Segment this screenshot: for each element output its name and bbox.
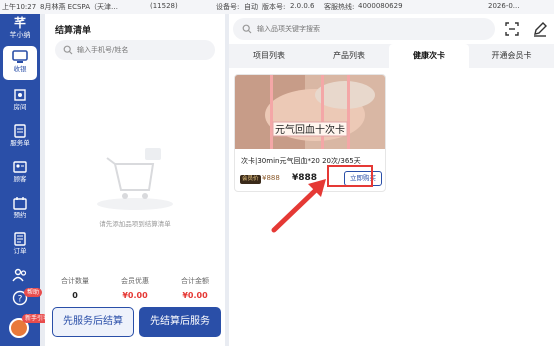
tab-projects[interactable]: 项目列表 bbox=[229, 44, 309, 68]
member-discount-value: ¥0.00 bbox=[122, 291, 148, 300]
service-order-icon bbox=[14, 124, 26, 138]
app-root: 上午10:27 8月林燕 ECSPA（天津… (11528) 设备号: 自动 版… bbox=[0, 0, 554, 346]
help-tag: 帮助 bbox=[24, 288, 43, 297]
customer-icon bbox=[13, 161, 27, 173]
status-device-label: 设备号: bbox=[216, 3, 240, 11]
settlement-panel: 结算清单 请先添加品项到结算清单 合计数量 0 会员优惠 ¥0.00 合计金 bbox=[45, 14, 225, 346]
status-time: 上午10:27 bbox=[2, 3, 37, 11]
status-version-value: 2.0.0.6 bbox=[290, 2, 315, 10]
item-search-box[interactable] bbox=[233, 18, 495, 40]
customer-search-box[interactable] bbox=[55, 40, 215, 60]
tab-products[interactable]: 产品列表 bbox=[309, 44, 389, 68]
search-icon bbox=[242, 24, 252, 34]
empty-cart-illustration bbox=[97, 148, 173, 210]
status-phone-label: 客服热线: bbox=[324, 3, 355, 11]
status-shop: 8月林燕 ECSPA（天津… bbox=[40, 3, 118, 11]
status-version-label: 版本号: bbox=[262, 3, 286, 11]
service-first-button[interactable]: 先服务后结算 bbox=[52, 307, 134, 337]
order-icon bbox=[14, 232, 26, 246]
sidebar-item-cashier[interactable]: 收银 bbox=[3, 46, 37, 80]
customer-search-input[interactable] bbox=[77, 43, 207, 57]
tab-health-card[interactable]: 健康次卡 bbox=[389, 44, 469, 68]
status-phone-value: 4000080629 bbox=[358, 2, 403, 10]
product-image: 元气回血十次卡 bbox=[235, 75, 385, 149]
item-search-input[interactable] bbox=[257, 22, 477, 36]
tab-membership[interactable]: 开通会员卡 bbox=[469, 44, 554, 68]
settlement-title: 结算清单 bbox=[55, 26, 92, 36]
total-amount: 合计金额 ¥0.00 bbox=[165, 276, 225, 300]
sidebar-item-service-order[interactable]: 服务单 bbox=[3, 120, 37, 154]
total-quantity: 合计数量 0 bbox=[45, 276, 105, 300]
member-discount-label: 会员优惠 bbox=[121, 277, 149, 285]
status-shop-id: (11528) bbox=[150, 2, 178, 10]
sidebar-item-label: 收银 bbox=[13, 65, 27, 73]
sidebar-item-customer[interactable]: 顾客 bbox=[3, 156, 37, 190]
edit-icon[interactable] bbox=[529, 18, 551, 40]
monitor-icon bbox=[12, 50, 28, 63]
status-bar: 上午10:27 8月林燕 ECSPA（天津… (11528) 设备号: 自动 版… bbox=[0, 0, 554, 14]
total-amount-label: 合计金额 bbox=[181, 277, 209, 285]
empty-cart-text: 请先添加品项到结算清单 bbox=[99, 220, 171, 228]
room-icon bbox=[14, 89, 26, 101]
sidebar-item-people[interactable] bbox=[3, 264, 37, 286]
member-price-tag: 会员价 bbox=[240, 175, 261, 184]
brand-name: 芊小纳 bbox=[9, 31, 31, 39]
total-quantity-value: 0 bbox=[72, 291, 78, 300]
sidebar-item-room[interactable]: 房间 bbox=[3, 84, 37, 118]
buy-button-highlight bbox=[327, 165, 373, 187]
status-device-value: 自动 bbox=[244, 3, 258, 11]
sidebar: 芊 芊小纳 收银 房间 服务单 顾客 预约 订单 ? 帮助 新手引导 bbox=[0, 14, 53, 346]
people-icon bbox=[12, 268, 27, 282]
search-icon bbox=[63, 45, 73, 55]
sidebar-item-label: 服务单 bbox=[10, 139, 30, 147]
sidebar-item-label: 房间 bbox=[13, 103, 27, 111]
pointer-arrow-icon bbox=[271, 179, 326, 233]
sidebar-item-orders[interactable]: 订单 bbox=[3, 228, 37, 262]
sidebar-item-appointment[interactable]: 预约 bbox=[3, 192, 37, 226]
settle-first-button[interactable]: 先结算后服务 bbox=[139, 307, 221, 337]
scan-icon[interactable] bbox=[501, 18, 523, 40]
brand-logo: 芊 芊小纳 bbox=[3, 16, 37, 42]
svg-text:?: ? bbox=[18, 295, 23, 305]
totals-row: 合计数量 0 会员优惠 ¥0.00 合计金额 ¥0.00 bbox=[45, 276, 225, 306]
total-quantity-label: 合计数量 bbox=[61, 277, 89, 285]
sidebar-item-label: 预约 bbox=[13, 211, 27, 219]
product-image-caption: 元气回血十次卡 bbox=[275, 123, 345, 136]
total-amount-value: ¥0.00 bbox=[182, 291, 208, 300]
brand-mark-icon: 芊 bbox=[13, 16, 26, 30]
sidebar-item-label: 顾客 bbox=[13, 175, 27, 183]
status-date: 2026-0... bbox=[488, 2, 520, 10]
member-discount: 会员优惠 ¥0.00 bbox=[105, 276, 165, 300]
sidebar-item-label: 订单 bbox=[13, 247, 27, 255]
calendar-icon bbox=[13, 197, 27, 210]
catalog-tabs: 项目列表 产品列表 健康次卡 开通会员卡 bbox=[229, 44, 554, 68]
